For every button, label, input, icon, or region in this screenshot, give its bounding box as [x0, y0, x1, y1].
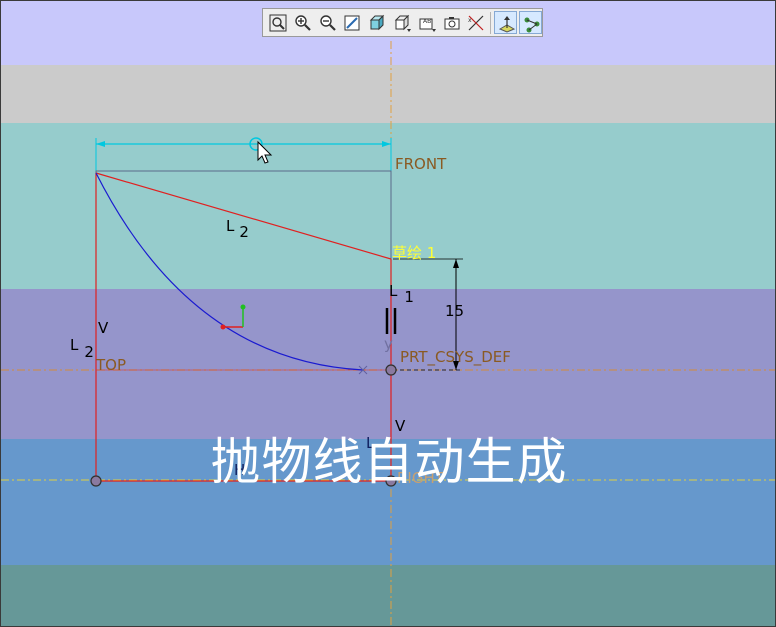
zoom-fit-icon: [269, 14, 287, 32]
camera-icon: [444, 17, 460, 30]
constraint-index: 2: [239, 223, 249, 241]
saved-views-icon: [394, 14, 411, 32]
mouse-cursor: [257, 140, 273, 164]
saved-views-button[interactable]: [390, 11, 413, 34]
sketch-view-button[interactable]: [494, 11, 518, 34]
constraint-index: 1: [404, 288, 414, 306]
parabola-curve: [95, 172, 364, 371]
camera-button[interactable]: [440, 11, 463, 34]
view-manager-button[interactable]: AB: [415, 11, 438, 34]
constraint-letter: L: [389, 282, 398, 300]
display-style-button[interactable]: [365, 11, 388, 34]
constraint-l2-top: L2: [226, 217, 249, 240]
vertex-point: [220, 324, 226, 330]
constraint-index: 2: [84, 343, 94, 361]
sketch-view-icon: [499, 16, 516, 33]
datum-top-label[interactable]: TOP: [96, 358, 126, 373]
video-caption: 抛物线自动生成: [210, 433, 568, 491]
datum-display-icon: x: [468, 15, 484, 31]
dim-arrow: [96, 141, 105, 147]
display-style-icon: [369, 14, 385, 31]
sketch-name-label[interactable]: 草绘 1: [392, 246, 436, 261]
zoom-in-button[interactable]: [291, 11, 314, 34]
repaint-icon: [344, 15, 360, 31]
constraint-l2-left: L2: [70, 336, 94, 360]
csys-y-axis-label: y: [384, 335, 393, 353]
constraint-letter: L: [70, 336, 79, 354]
dim-arrow: [382, 141, 391, 147]
toolbar-separator: [490, 11, 492, 34]
zoom-fit-button[interactable]: [266, 11, 289, 34]
sketch-canvas[interactable]: [1, 1, 776, 627]
constraint-letter: L: [226, 217, 235, 235]
dim-arrow: [453, 259, 459, 268]
zoom-out-icon: [319, 15, 336, 31]
view-manager-icon: AB: [419, 18, 436, 32]
csys-label[interactable]: PRT_CSYS_DEF: [400, 350, 511, 365]
svg-text:x: x: [468, 17, 472, 24]
constraint-vertical-left: V: [98, 319, 109, 337]
svg-text:AB: AB: [423, 18, 431, 25]
constraint-display-icon: [524, 17, 540, 33]
zoom-in-icon: [295, 15, 311, 31]
view-toolbar: AB x: [262, 8, 543, 37]
constraint-l1: L1: [389, 282, 414, 305]
datum-display-button[interactable]: x: [464, 11, 487, 34]
repaint-button[interactable]: [340, 11, 363, 34]
vertical-dimension-value[interactable]: 15: [445, 304, 464, 319]
constraint-display-button[interactable]: [519, 11, 542, 34]
datum-front-label[interactable]: FRONT: [395, 157, 446, 172]
vertex-point: [240, 304, 246, 310]
zoom-out-button[interactable]: [316, 11, 339, 34]
sketch-vertex: [385, 364, 397, 376]
graphics-window[interactable]: FRONT TOP RIGHT PRT_CSYS_DEF 草绘 1 15 L2 …: [0, 0, 776, 627]
